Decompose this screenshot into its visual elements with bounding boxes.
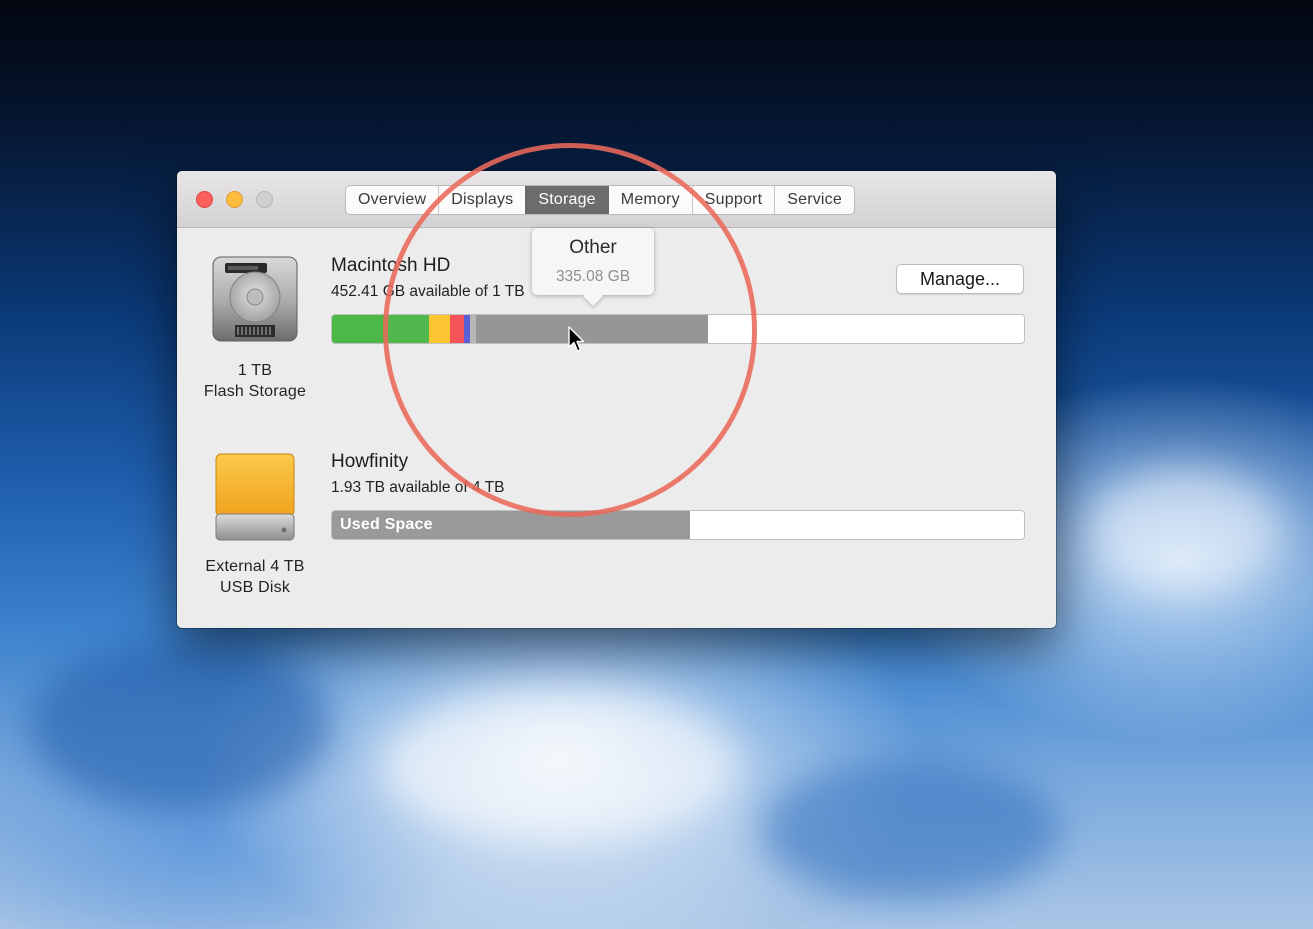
wallpaper-cloud — [1090, 470, 1280, 590]
external-usb-drive-icon — [215, 453, 295, 541]
used-space-segment: Used Space — [332, 511, 690, 539]
storage-category-segment[interactable] — [476, 315, 708, 343]
storage-usage-bar[interactable] — [331, 314, 1025, 344]
tab-bar: Overview Displays Storage Memory Support… — [345, 185, 855, 215]
tab-support[interactable]: Support — [691, 186, 774, 214]
minimize-window-button[interactable] — [226, 191, 243, 208]
storage-category-segment[interactable] — [429, 315, 450, 343]
tab-overview[interactable]: Overview — [346, 186, 438, 214]
volume-available-text: 452.41 GB available of 1 TB — [331, 283, 525, 300]
tab-memory[interactable]: Memory — [607, 186, 692, 214]
tooltip-category-size: 335.08 GB — [555, 268, 631, 285]
volume-name: Macintosh HD — [331, 255, 451, 276]
storage-category-tooltip: Other 335.08 GB — [532, 228, 654, 295]
disk-capacity-label: External 4 TB — [205, 558, 305, 575]
close-window-button[interactable] — [196, 191, 213, 208]
about-this-mac-window: Overview Displays Storage Memory Support… — [177, 171, 1056, 628]
wallpaper-cloud — [760, 760, 1060, 900]
tooltip-category-name: Other — [569, 237, 617, 258]
volume-available-text: 1.93 TB available of 4 TB — [331, 479, 505, 496]
tab-service[interactable]: Service — [774, 186, 854, 214]
disk-type-label: USB Disk — [219, 579, 291, 596]
zoom-window-button[interactable] — [256, 191, 273, 208]
storage-category-segment[interactable] — [450, 315, 464, 343]
volume-name: Howfinity — [331, 451, 409, 472]
storage-category-segment[interactable] — [332, 315, 387, 343]
tab-displays[interactable]: Displays — [438, 186, 525, 214]
mouse-pointer-icon — [568, 326, 585, 352]
internal-drive-icon — [212, 256, 298, 342]
window-titlebar: Overview Displays Storage Memory Support… — [177, 171, 1056, 228]
storage-category-segment[interactable] — [387, 315, 429, 343]
wallpaper-cloud — [380, 690, 740, 840]
manage-button[interactable]: Manage... — [896, 264, 1024, 294]
disk-capacity-caption: External 4 TB USB Disk — [189, 556, 321, 598]
tab-storage[interactable]: Storage — [525, 186, 608, 214]
disk-capacity-caption: 1 TB Flash Storage — [195, 360, 315, 402]
storage-usage-bar[interactable]: Used Space — [331, 510, 1025, 540]
wallpaper-cloud — [30, 640, 330, 810]
disk-type-label: Flash Storage — [203, 383, 307, 400]
disk-capacity-label: 1 TB — [237, 362, 273, 379]
used-space-label: Used Space — [340, 516, 433, 533]
